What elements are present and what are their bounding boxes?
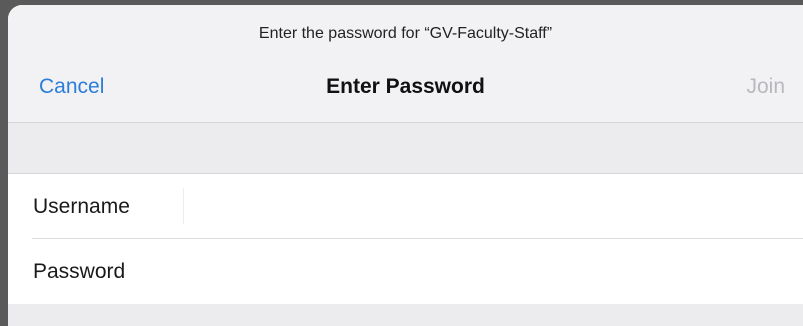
password-field[interactable] — [188, 251, 793, 293]
username-field[interactable] — [188, 186, 793, 228]
credentials-form: Username Password — [8, 173, 803, 305]
password-label: Password — [33, 260, 126, 283]
username-label: Username — [33, 195, 130, 218]
username-row: Username — [8, 174, 803, 239]
password-dialog: Enter the password for “GV-Faculty-Staff… — [8, 5, 803, 326]
join-button[interactable]: Join — [746, 75, 785, 99]
section-spacer — [8, 123, 803, 173]
password-row: Password — [8, 239, 803, 304]
field-divider — [183, 188, 184, 224]
dialog-title: Enter Password — [326, 75, 485, 98]
dialog-header: Enter the password for “GV-Faculty-Staff… — [8, 5, 803, 123]
section-footer — [8, 304, 803, 326]
network-prompt: Enter the password for “GV-Faculty-Staff… — [258, 25, 553, 42]
